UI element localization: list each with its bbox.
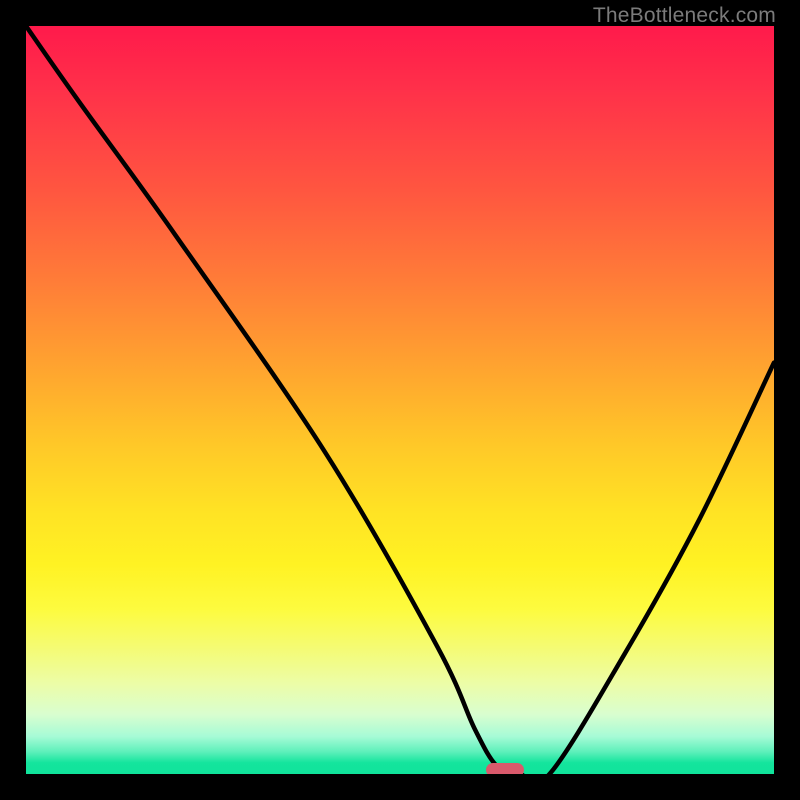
- optimal-point-marker: [486, 763, 524, 774]
- bottleneck-curve: [26, 26, 774, 774]
- watermark-text: TheBottleneck.com: [593, 4, 776, 28]
- curve-path: [26, 26, 774, 774]
- plot-area: [26, 26, 774, 774]
- chart-stage: TheBottleneck.com: [0, 0, 800, 800]
